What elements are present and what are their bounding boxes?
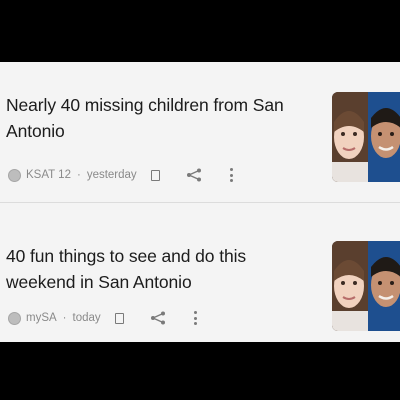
article-meta: KSAT 12 · yesterday — [6, 164, 306, 186]
feed-divider — [0, 202, 400, 203]
article-thumbnail[interactable] — [332, 241, 400, 331]
article-thumbnail[interactable] — [332, 92, 400, 182]
published-time: yesterday — [86, 169, 137, 181]
source-logo-icon — [8, 311, 21, 325]
more-vert-icon[interactable] — [194, 311, 198, 325]
bookmark-icon[interactable] — [150, 169, 160, 181]
news-card[interactable]: Nearly 40 missing children from San Anto… — [0, 76, 400, 204]
meta-separator: · — [62, 312, 67, 324]
source-name: KSAT 12 — [26, 169, 71, 181]
source-name: mySA — [26, 312, 57, 324]
news-feed-panel: Nearly 40 missing children from San Anto… — [0, 62, 400, 342]
news-card[interactable]: 40 fun things to see and do this weekend… — [0, 227, 400, 355]
article-meta: mySA · today — [6, 307, 306, 329]
bookmark-icon[interactable] — [114, 312, 124, 324]
article-title[interactable]: Nearly 40 missing children from San Anto… — [6, 92, 306, 144]
share-icon[interactable] — [150, 311, 166, 325]
article-title[interactable]: 40 fun things to see and do this weekend… — [6, 243, 306, 295]
share-icon[interactable] — [186, 168, 202, 182]
more-vert-icon[interactable] — [230, 168, 234, 182]
meta-separator: · — [76, 169, 81, 181]
source-logo-icon — [8, 168, 21, 182]
published-time: today — [72, 312, 101, 324]
